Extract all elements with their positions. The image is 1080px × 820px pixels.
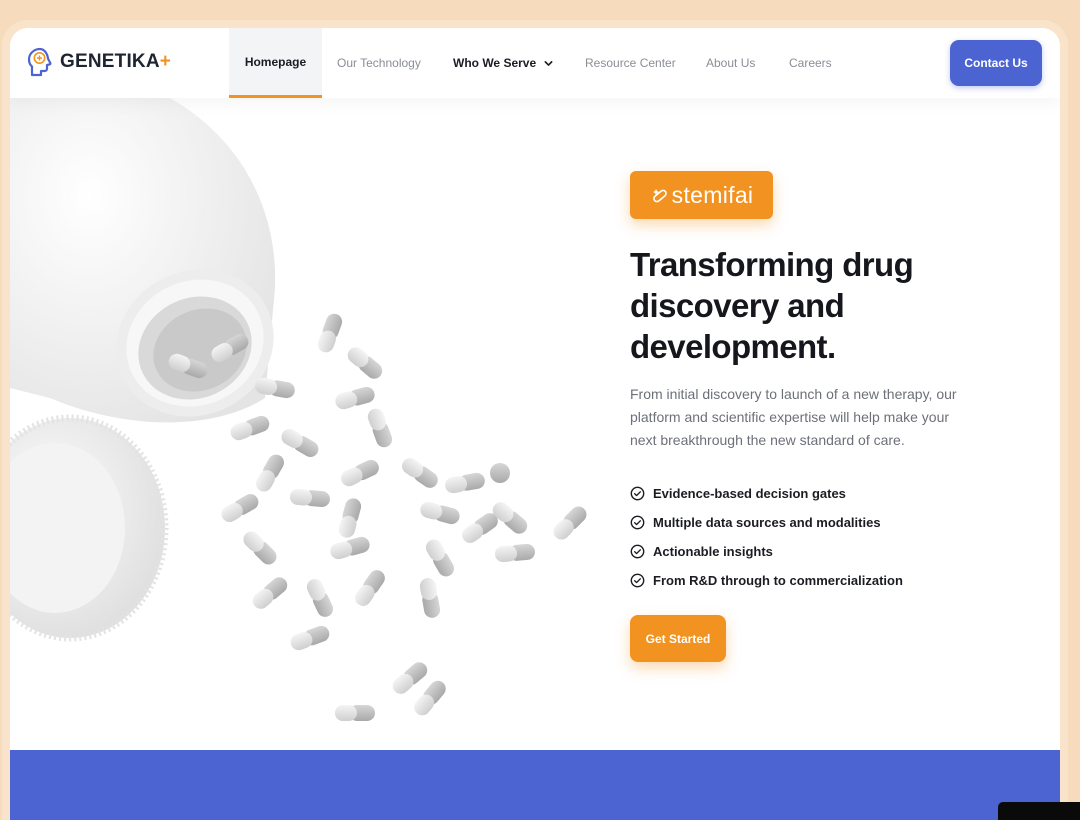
check-circle-icon [630, 573, 645, 588]
headline-line: discovery and [630, 287, 845, 324]
check-circle-icon [630, 515, 645, 530]
nav-item-careers[interactable]: Careers [789, 28, 832, 98]
feature-item: Multiple data sources and modalities [630, 508, 1010, 537]
stemifai-badge: stemifai [630, 171, 773, 219]
next-section-band [10, 750, 1060, 820]
spilled-pill-bottle-illustration [10, 98, 590, 721]
nav-item-label: About Us [706, 56, 756, 70]
brain-head-icon [27, 47, 52, 77]
nav-item-label: Who We Serve [453, 56, 537, 70]
chevron-down-icon [544, 60, 553, 66]
brand-name: GENETIKA [60, 51, 160, 72]
feature-text: From R&D through to commercialization [653, 573, 903, 588]
headline-line: development. [630, 328, 836, 365]
feature-list: Evidence-based decision gates Multiple d… [630, 479, 1010, 595]
hero-headline: Transforming drug discovery and developm… [630, 244, 1010, 367]
nav-item-homepage[interactable]: Homepage [229, 28, 322, 98]
nav-item-resource-center[interactable]: Resource Center [585, 28, 676, 98]
feature-item: From R&D through to commercialization [630, 566, 1010, 595]
badge-label: stemifai [671, 181, 754, 208]
brand-plus: + [159, 51, 171, 72]
nav-item-label: Resource Center [585, 56, 676, 70]
nav-item-label: Careers [789, 56, 832, 70]
feature-text: Actionable insights [653, 544, 773, 559]
get-started-button[interactable]: Get Started [630, 615, 726, 662]
headline-line: Transforming drug [630, 246, 914, 283]
logo[interactable]: GENETIKA + [26, 46, 171, 78]
hero-description: From initial discovery to launch of a ne… [630, 386, 957, 448]
nav-item-our-technology[interactable]: Our Technology [337, 28, 421, 98]
feature-text: Multiple data sources and modalities [653, 515, 881, 530]
corner-overlay [998, 802, 1080, 820]
feature-text: Evidence-based decision gates [653, 486, 846, 501]
nav-item-about-us[interactable]: About Us [706, 28, 755, 98]
nav-item-label: Our Technology [337, 56, 421, 70]
check-circle-icon [630, 544, 645, 559]
browser-page: GENETIKA + Homepage Our Technology Who W… [10, 28, 1060, 820]
pill-sparkle-icon [652, 189, 667, 203]
feature-item: Actionable insights [630, 537, 1010, 566]
nav-item-label: Homepage [244, 54, 307, 69]
feature-item: Evidence-based decision gates [630, 479, 1010, 508]
contact-us-button[interactable]: Contact Us [950, 40, 1042, 86]
nav-item-who-we-serve[interactable]: Who We Serve [453, 28, 553, 98]
check-circle-icon [630, 486, 645, 501]
top-navigation: GENETIKA + Homepage Our Technology Who W… [10, 28, 1060, 98]
